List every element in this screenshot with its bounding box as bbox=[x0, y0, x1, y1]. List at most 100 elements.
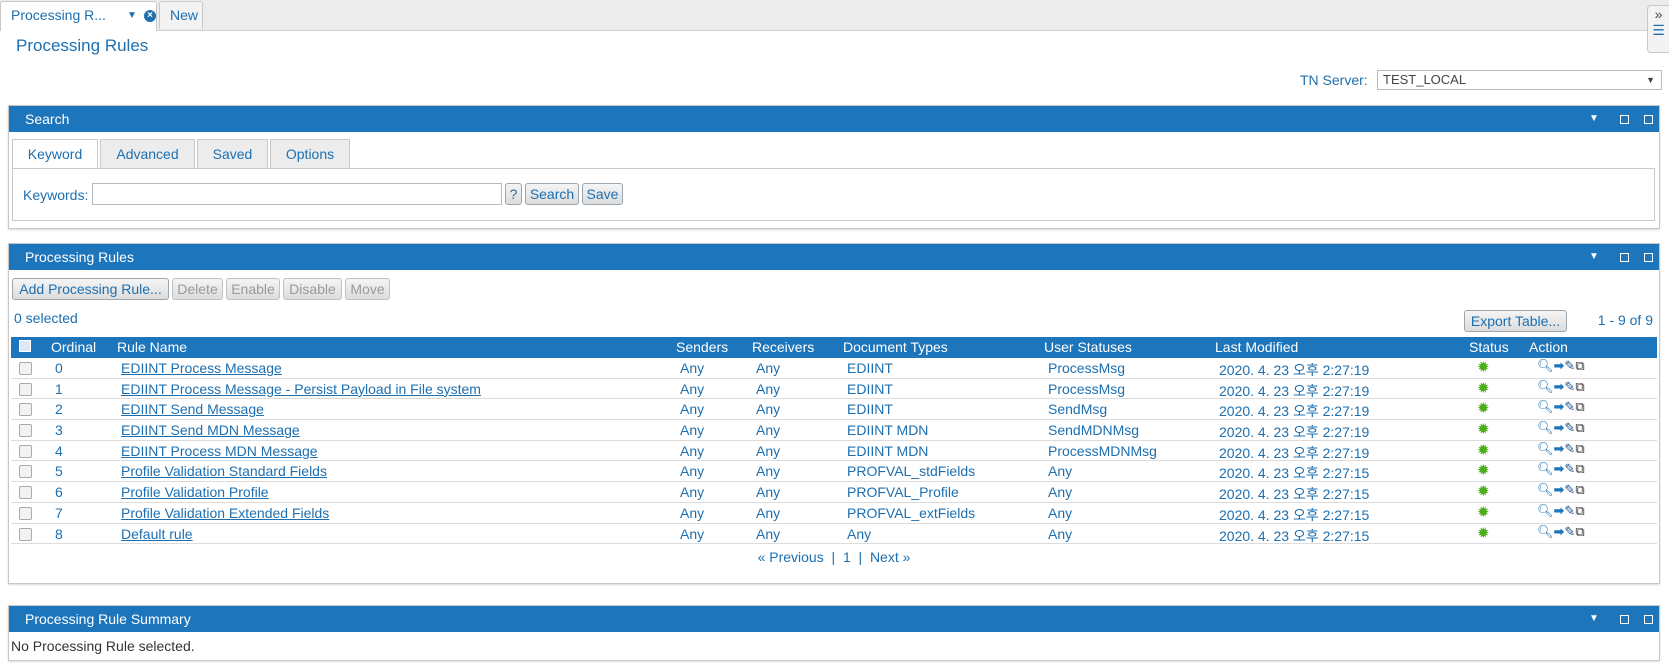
move-arrow-icon[interactable]: ➡ bbox=[1554, 482, 1565, 497]
rule-name-link[interactable]: Profile Validation Standard Fields bbox=[121, 463, 327, 479]
view-details-icon[interactable]: 🔍︎ bbox=[1537, 358, 1554, 373]
next-link[interactable]: Next » bbox=[870, 549, 910, 565]
copy-icon[interactable]: ⧉ bbox=[1575, 420, 1584, 435]
view-details-icon[interactable]: 🔍︎ bbox=[1537, 482, 1554, 497]
edit-icon[interactable]: ✎ bbox=[1564, 482, 1575, 497]
row-checkbox[interactable] bbox=[19, 527, 32, 541]
enabled-status-icon[interactable]: ✹ bbox=[1477, 503, 1490, 521]
close-icon[interactable]: × bbox=[144, 10, 156, 22]
edit-icon[interactable]: ✎ bbox=[1564, 503, 1575, 518]
enabled-status-icon[interactable]: ✹ bbox=[1477, 379, 1490, 397]
move-arrow-icon[interactable]: ➡ bbox=[1554, 379, 1565, 394]
view-details-icon[interactable]: 🔍︎ bbox=[1537, 524, 1554, 539]
move-arrow-icon[interactable]: ➡ bbox=[1554, 461, 1565, 476]
copy-icon[interactable]: ⧉ bbox=[1575, 482, 1584, 497]
move-arrow-icon[interactable]: ➡ bbox=[1554, 399, 1565, 414]
page-number[interactable]: 1 bbox=[843, 549, 851, 565]
edit-icon[interactable]: ✎ bbox=[1564, 420, 1575, 435]
delete-button[interactable]: Delete bbox=[172, 278, 223, 300]
move-arrow-icon[interactable]: ➡ bbox=[1554, 503, 1565, 518]
view-details-icon[interactable]: 🔍︎ bbox=[1537, 420, 1554, 435]
row-checkbox[interactable] bbox=[19, 403, 32, 417]
collapse-arrow-icon[interactable]: ▼ bbox=[1589, 606, 1605, 632]
col-status[interactable]: Status bbox=[1469, 339, 1509, 355]
save-button[interactable]: Save bbox=[582, 183, 623, 205]
move-arrow-icon[interactable]: ➡ bbox=[1554, 441, 1565, 456]
export-table-button[interactable]: Export Table... bbox=[1464, 310, 1567, 332]
row-checkbox[interactable] bbox=[19, 506, 32, 520]
maximize-icon[interactable] bbox=[1644, 114, 1653, 124]
maximize-icon[interactable] bbox=[1644, 252, 1653, 262]
enabled-status-icon[interactable]: ✹ bbox=[1477, 524, 1490, 542]
minimize-icon[interactable] bbox=[1619, 114, 1629, 124]
previous-link[interactable]: « Previous bbox=[758, 549, 824, 565]
col-user-statuses[interactable]: User Statuses bbox=[1044, 339, 1132, 355]
edit-icon[interactable]: ✎ bbox=[1564, 524, 1575, 539]
col-ordinal[interactable]: Ordinal bbox=[51, 339, 96, 355]
table-row[interactable]: 1 EDIINT Process Message - Persist Payloa… bbox=[11, 379, 1657, 400]
add-processing-rule-button[interactable]: Add Processing Rule... bbox=[12, 278, 169, 300]
move-button[interactable]: Move bbox=[345, 278, 390, 300]
enabled-status-icon[interactable]: ✹ bbox=[1477, 420, 1490, 438]
rule-name-link[interactable]: Profile Validation Profile bbox=[121, 484, 269, 500]
maximize-icon[interactable] bbox=[1644, 614, 1653, 624]
enabled-status-icon[interactable]: ✹ bbox=[1477, 441, 1490, 459]
row-checkbox[interactable] bbox=[19, 444, 32, 458]
edit-icon[interactable]: ✎ bbox=[1564, 379, 1575, 394]
col-senders[interactable]: Senders bbox=[676, 339, 728, 355]
select-all-checkbox[interactable] bbox=[19, 340, 31, 352]
copy-icon[interactable]: ⧉ bbox=[1575, 379, 1584, 394]
tab-advanced[interactable]: Advanced bbox=[100, 139, 195, 168]
enabled-status-icon[interactable]: ✹ bbox=[1477, 358, 1490, 376]
edit-icon[interactable]: ✎ bbox=[1564, 441, 1575, 456]
edit-icon[interactable]: ✎ bbox=[1564, 461, 1575, 476]
col-last-modified[interactable]: Last Modified bbox=[1215, 339, 1298, 355]
view-details-icon[interactable]: 🔍︎ bbox=[1537, 461, 1554, 476]
view-details-icon[interactable]: 🔍︎ bbox=[1537, 503, 1554, 518]
disable-button[interactable]: Disable bbox=[283, 278, 342, 300]
table-row[interactable]: 3 EDIINT Send MDN Message Any Any EDIINT MDN… bbox=[11, 420, 1657, 441]
col-document-types[interactable]: Document Types bbox=[843, 339, 948, 355]
view-details-icon[interactable]: 🔍︎ bbox=[1537, 399, 1554, 414]
rule-name-link[interactable]: EDIINT Process MDN Message bbox=[121, 443, 318, 459]
tab-options[interactable]: Options bbox=[270, 139, 350, 168]
enable-button[interactable]: Enable bbox=[226, 278, 280, 300]
tab-processing-rules[interactable]: Processing R... ▼ × bbox=[0, 1, 157, 31]
table-row[interactable]: 6 Profile Validation Profile Any Any PROFVAL… bbox=[11, 482, 1657, 503]
tab-new[interactable]: New bbox=[159, 1, 203, 29]
move-arrow-icon[interactable]: ➡ bbox=[1554, 524, 1565, 539]
copy-icon[interactable]: ⧉ bbox=[1575, 399, 1584, 414]
chevron-down-icon[interactable]: ▼ bbox=[127, 2, 137, 29]
edit-icon[interactable]: ✎ bbox=[1564, 399, 1575, 414]
tab-saved[interactable]: Saved bbox=[197, 139, 268, 168]
rule-name-link[interactable]: Default rule bbox=[121, 526, 193, 542]
copy-icon[interactable]: ⧉ bbox=[1575, 503, 1584, 518]
copy-icon[interactable]: ⧉ bbox=[1575, 461, 1584, 476]
collapse-arrow-icon[interactable]: ▼ bbox=[1589, 106, 1605, 132]
enabled-status-icon[interactable]: ✹ bbox=[1477, 461, 1490, 479]
table-row[interactable]: 5 Profile Validation Standard Fields Any An… bbox=[11, 461, 1657, 483]
row-checkbox[interactable] bbox=[19, 424, 32, 438]
move-arrow-icon[interactable]: ➡ bbox=[1554, 358, 1565, 373]
copy-icon[interactable]: ⧉ bbox=[1575, 524, 1584, 539]
move-arrow-icon[interactable]: ➡ bbox=[1554, 420, 1565, 435]
keywords-input[interactable] bbox=[92, 183, 502, 205]
table-row[interactable]: 4 EDIINT Process MDN Message Any Any EDIINT … bbox=[11, 441, 1657, 462]
col-rule-name[interactable]: Rule Name bbox=[117, 339, 187, 355]
minimize-icon[interactable] bbox=[1619, 252, 1629, 262]
view-details-icon[interactable]: 🔍︎ bbox=[1537, 441, 1554, 456]
row-checkbox[interactable] bbox=[19, 465, 32, 479]
help-button[interactable]: ? bbox=[505, 183, 522, 205]
table-row[interactable]: 0 EDIINT Process Message Any Any EDIINT Proce… bbox=[11, 358, 1657, 379]
row-checkbox[interactable] bbox=[19, 486, 32, 500]
tab-keyword[interactable]: Keyword bbox=[12, 139, 98, 169]
rule-name-link[interactable]: EDIINT Process Message bbox=[121, 360, 282, 376]
tn-server-select[interactable]: TEST_LOCAL ▼ bbox=[1377, 70, 1662, 90]
row-checkbox[interactable] bbox=[19, 362, 32, 375]
minimize-icon[interactable] bbox=[1619, 614, 1629, 624]
row-checkbox[interactable] bbox=[19, 382, 32, 396]
col-receivers[interactable]: Receivers bbox=[752, 339, 814, 355]
rule-name-link[interactable]: EDIINT Send MDN Message bbox=[121, 422, 300, 438]
search-button[interactable]: Search bbox=[525, 183, 579, 205]
rule-name-link[interactable]: Profile Validation Extended Fields bbox=[121, 505, 329, 521]
